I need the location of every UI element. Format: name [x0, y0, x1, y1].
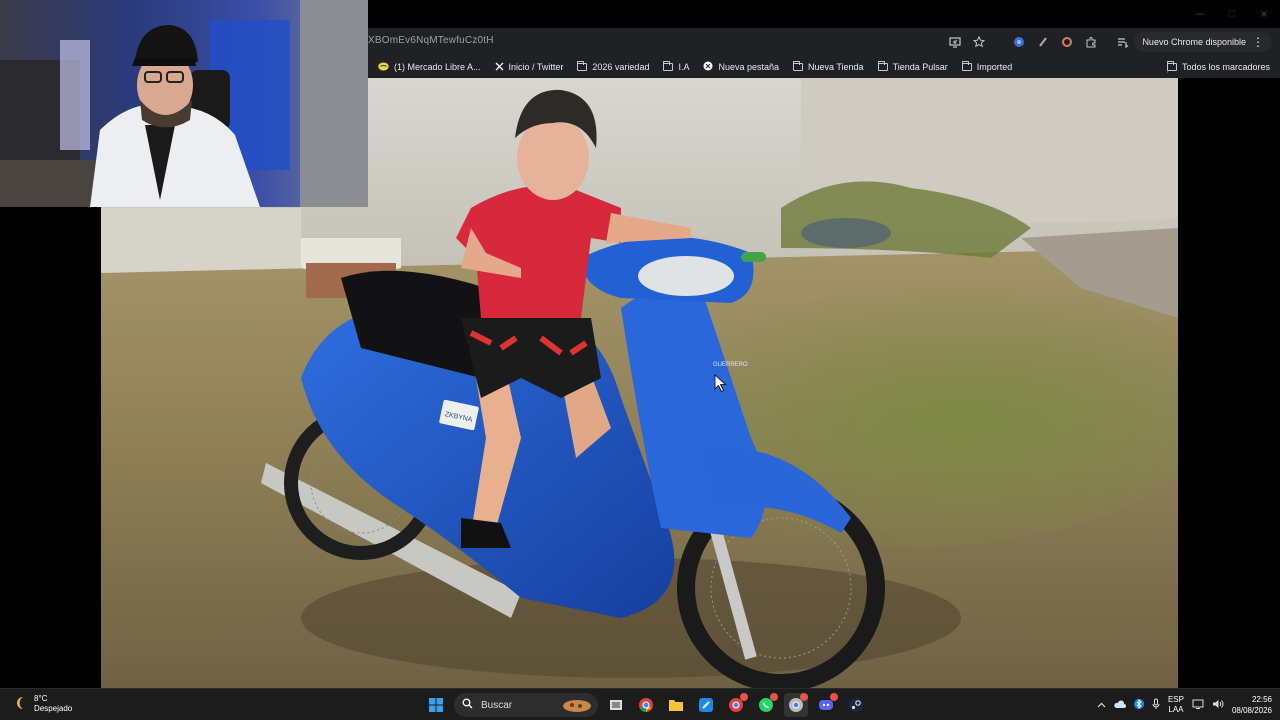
chrome-active-icon[interactable] [784, 693, 808, 717]
folder-icon [663, 61, 674, 71]
minimize-button[interactable]: — [1184, 0, 1216, 28]
bookmark-folder-ia[interactable]: I.A [663, 61, 690, 72]
file-explorer-icon[interactable] [664, 693, 688, 717]
bookmark-folder-nueva-tienda[interactable]: Nueva Tienda [793, 61, 864, 72]
chrome-update-label: Nuevo Chrome disponible [1142, 37, 1246, 47]
language-bottom: LAA [1168, 705, 1184, 714]
globe-icon [703, 61, 713, 73]
bookmark-mercadolibre[interactable]: (1) Mercado Libre A... [378, 62, 481, 73]
task-view-icon[interactable] [604, 693, 628, 717]
steam-icon[interactable] [844, 693, 868, 717]
chrome-icon[interactable] [634, 693, 658, 717]
all-bookmarks-label: Todos los marcadores [1181, 62, 1270, 72]
chrome-profile-icon[interactable] [724, 693, 748, 717]
bookmark-folder-imported[interactable]: Imported [961, 61, 1013, 72]
window-controls: — □ ✕ [1184, 0, 1280, 28]
notification-badge [830, 693, 838, 701]
taskbar-search[interactable]: Buscar [454, 693, 598, 717]
media-queue-icon[interactable] [1114, 33, 1132, 51]
webcam-feed [0, 0, 368, 207]
bluetooth-icon[interactable] [1133, 698, 1144, 712]
microphone-icon[interactable] [1152, 698, 1160, 712]
weather-temp: 8°C [34, 694, 48, 703]
bookmark-label: Imported [976, 62, 1013, 72]
whatsapp-icon[interactable] [754, 693, 778, 717]
search-placeholder: Buscar [481, 699, 513, 711]
maximize-button[interactable]: □ [1216, 0, 1248, 28]
system-tray: ESP LAA 22:56 08/08/2026 [1097, 692, 1272, 718]
bookmark-nueva-pestana[interactable]: Nueva pestaña [703, 61, 779, 73]
close-button[interactable]: ✕ [1248, 0, 1280, 28]
bookmark-label: 2026 variedad [592, 62, 650, 72]
address-bar-url[interactable]: XBOmEv6NqMTewfuCz0tH [368, 35, 494, 46]
weather-desc: Despejado [34, 704, 73, 713]
language-indicator[interactable]: ESP LAA [1168, 695, 1184, 715]
kebab-menu-icon[interactable]: ⋮ [1252, 36, 1264, 48]
bookmark-label: Nueva Tienda [808, 62, 864, 72]
onedrive-icon[interactable] [1114, 699, 1126, 711]
folder-icon [577, 61, 588, 71]
extension-blue-icon[interactable] [1010, 33, 1028, 51]
folder-icon [1166, 61, 1177, 71]
address-bar-actions [946, 32, 1156, 52]
bookmark-label: Tienda Pulsar [892, 62, 948, 72]
windows-start-icon[interactable] [424, 693, 448, 717]
all-bookmarks-button[interactable]: Todos los marcadores [1166, 56, 1270, 78]
taskbar: 8°C Despejado Buscar ESP LAA 22:56 08/08… [0, 688, 1280, 720]
clock-time: 22:56 [1251, 695, 1272, 704]
bookmark-label: I.A [678, 62, 690, 72]
x-icon [495, 62, 504, 73]
bookmark-star-icon[interactable] [970, 33, 988, 51]
folder-icon [961, 61, 972, 71]
notification-badge [740, 693, 748, 701]
taskbar-apps: Buscar [424, 692, 868, 718]
bookmark-folder-tienda-pulsar[interactable]: Tienda Pulsar [877, 61, 948, 72]
address-bar-row: XBOmEv6NqMTewfuCz0tH Nuevo Chrome dispon… [368, 28, 1280, 56]
install-app-icon[interactable] [946, 33, 964, 51]
volume-icon[interactable] [1212, 699, 1224, 711]
network-icon[interactable] [1192, 699, 1204, 711]
extension-flower-icon[interactable] [1058, 33, 1076, 51]
extension-feather-icon[interactable] [1034, 33, 1052, 51]
folder-icon [877, 61, 888, 71]
folder-icon [793, 61, 804, 71]
moon-icon [12, 695, 28, 714]
bookmark-label: (1) Mercado Libre A... [394, 62, 481, 72]
moto-brand-text: GUERRERO [713, 362, 748, 368]
notification-badge [800, 693, 808, 701]
bookmarks-bar: (1) Mercado Libre A... Inicio / Twitter … [368, 56, 1280, 78]
language-top: ESP [1167, 695, 1184, 704]
search-icon [462, 698, 473, 712]
discord-icon[interactable] [814, 693, 838, 717]
bookmark-folder-2026-variedad[interactable]: 2026 variedad [577, 61, 650, 72]
bookmark-twitter[interactable]: Inicio / Twitter [495, 62, 564, 73]
system-clock[interactable]: 22:56 08/08/2026 [1232, 694, 1272, 716]
bookmark-label: Inicio / Twitter [508, 62, 564, 72]
vscode-icon[interactable] [694, 693, 718, 717]
webcam-overlay [0, 0, 368, 207]
bookmark-label: Nueva pestaña [718, 62, 780, 72]
mercadolibre-icon [378, 62, 389, 73]
search-highlight-icon [562, 697, 592, 716]
clock-date: 08/08/2026 [1231, 706, 1272, 715]
chrome-update-button[interactable]: Nuevo Chrome disponible ⋮ [1134, 32, 1272, 52]
chevron-up-icon[interactable] [1097, 701, 1106, 710]
weather-widget[interactable]: 8°C Despejado [12, 694, 72, 714]
extensions-puzzle-icon[interactable] [1082, 33, 1100, 51]
notification-badge [770, 693, 778, 701]
